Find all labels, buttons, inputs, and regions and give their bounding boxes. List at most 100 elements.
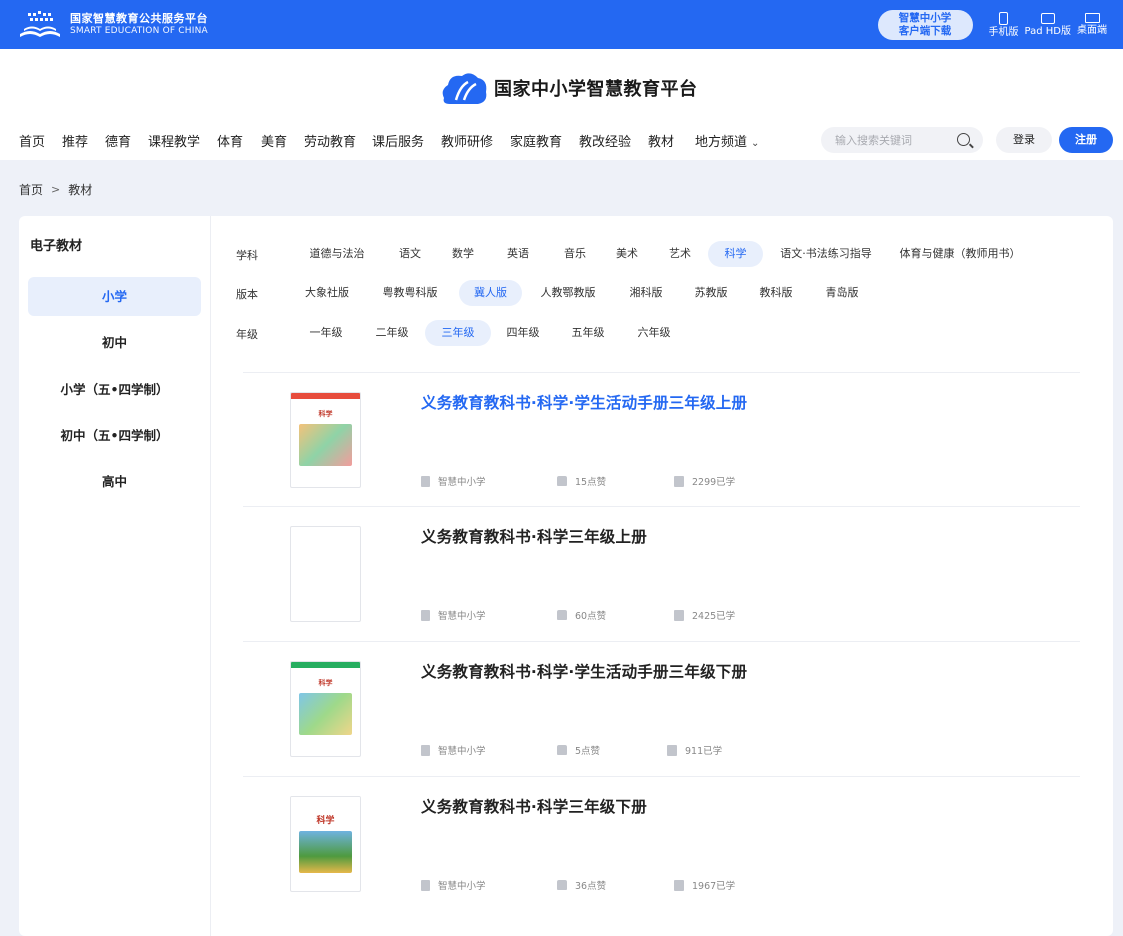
subject-chip[interactable]: 语文 [387,241,433,267]
book-learners: 911已学 [667,743,722,757]
grade-chip[interactable]: 六年级 [627,320,681,346]
breadcrumb-home[interactable]: 首页 [19,181,43,198]
site-header: 国家中小学智慧教育平台 首页 推荐 德育 课程教学 体育 美育 劳动教育 课后服… [0,49,1123,160]
tablet-icon [1040,12,1055,24]
chart-icon [674,879,684,891]
sidebar-title: 电子教材 [30,239,83,254]
thumbs-up-icon [557,880,567,890]
subject-chip[interactable]: 数学 [443,241,483,267]
filter-label: 年级 [236,328,258,341]
book-item[interactable]: 科学 义务教育教科书·科学三年级下册 智慧中小学 36点赞 1967已学 [243,776,1080,911]
learners-text: 2299已学 [692,477,736,488]
sidebar-item-primary-54[interactable]: 小学（五•四学制） [28,370,201,409]
nav-reform[interactable]: 教改经验 [579,131,631,150]
brand[interactable]: 国家智慧教育公共服务平台 SMART EDUCATION OF CHINA [70,12,208,36]
device-label: 桌面端 [1077,25,1107,36]
nav-after-school[interactable]: 课后服务 [372,131,424,150]
sidebar-item-primary[interactable]: 小学 [28,277,201,316]
thumbs-up-icon [557,610,567,620]
book-source: 智慧中小学 [421,878,486,892]
edition-chip[interactable]: 人教鄂教版 [533,280,603,306]
site-logo[interactable]: 国家中小学智慧教育平台 [438,68,698,108]
book-title[interactable]: 义务教育教科书·科学三年级下册 [421,795,647,817]
top-bar: 国家智慧教育公共服务平台 SMART EDUCATION OF CHINA 智慧… [0,0,1123,49]
phone-icon [999,11,1009,25]
book-source: 智慧中小学 [421,608,486,622]
client-download-button[interactable]: 智慧中小学 客户端下载 [877,9,973,40]
book-item[interactable]: 义务教育教科书·科学三年级上册 智慧中小学 60点赞 2425已学 [243,506,1080,641]
nav-arts[interactable]: 美育 [261,131,287,150]
subject-chip[interactable]: 美术 [607,241,647,267]
device-desktop[interactable]: 桌面端 [1077,13,1107,36]
edition-chip[interactable]: 粤教粤科版 [376,280,444,306]
source-text: 智慧中小学 [438,611,486,622]
edition-chip[interactable]: 青岛版 [815,280,869,306]
building-icon [421,879,430,891]
filter-label: 版本 [236,288,258,301]
book-title[interactable]: 义务教育教科书·科学·学生活动手册三年级下册 [421,660,747,682]
nav-home[interactable]: 首页 [19,131,45,150]
search-input[interactable] [835,133,945,147]
source-text: 智慧中小学 [438,746,486,757]
nav-labor[interactable]: 劳动教育 [304,131,356,150]
book-item[interactable]: 科学 义务教育教科书·科学·学生活动手册三年级下册 智慧中小学 5点赞 911已… [243,641,1080,776]
book-cover[interactable]: 科学 [290,392,361,488]
sidebar: 电子教材 小学 初中 小学（五•四学制） 初中（五•四学制） 高中 [19,216,211,936]
thumbs-up-icon [557,745,567,755]
edition-chip[interactable]: 苏教版 [684,280,738,306]
device-pad[interactable]: Pad HD版 [1025,12,1071,37]
download-line1: 智慧中小学 [898,11,952,24]
grade-chip[interactable]: 一年级 [299,320,353,346]
nav-sports[interactable]: 体育 [217,131,243,150]
desktop-icon [1084,13,1100,23]
grade-chip-selected[interactable]: 三年级 [425,320,491,346]
book-learners: 2299已学 [674,474,735,488]
book-cover-blank[interactable] [290,526,361,622]
nav-courses[interactable]: 课程教学 [148,131,200,150]
nav-textbooks[interactable]: 教材 [648,131,674,150]
nav-moral[interactable]: 德育 [105,131,131,150]
book-cover[interactable]: 科学 [290,796,361,892]
search-icon[interactable] [957,133,970,146]
sidebar-item-junior-54[interactable]: 初中（五•四学制） [28,416,201,455]
book-title[interactable]: 义务教育教科书·科学三年级上册 [421,525,647,547]
device-mobile[interactable]: 手机版 [989,11,1019,38]
book-cover[interactable]: 科学 [290,661,361,757]
thumbs-up-icon [557,476,567,486]
likes-text: 15点赞 [575,477,607,488]
breadcrumb: 首页 > 教材 [19,181,92,198]
subject-chip-selected[interactable]: 科学 [708,241,763,267]
grade-chip[interactable]: 五年级 [561,320,615,346]
subject-chip[interactable]: 道德与法治 [299,241,375,267]
sidebar-item-junior[interactable]: 初中 [28,323,201,362]
filter-row-subject: 学科 道德与法治 语文 数学 英语 音乐 美术 艺术 科学 语文·书法练习指导 … [229,241,1099,267]
book-item[interactable]: 科学 义务教育教科书·科学·学生活动手册三年级上册 智慧中小学 15点赞 229… [243,372,1080,507]
search-box [821,127,983,153]
edition-chip[interactable]: 教科版 [749,280,803,306]
login-button[interactable]: 登录 [996,127,1052,153]
nav-local-channel[interactable]: 地方频道 ⌄ [695,131,759,150]
subject-chip[interactable]: 英语 [498,241,538,267]
breadcrumb-separator: > [51,183,61,196]
subject-chip[interactable]: 音乐 [555,241,595,267]
book-likes: 60点赞 [557,608,606,622]
subject-chip[interactable]: 艺术 [660,241,700,267]
book-likes: 5点赞 [557,743,600,757]
edition-chip-selected[interactable]: 冀人版 [459,280,522,306]
edition-chip[interactable]: 大象社版 [299,280,355,306]
chart-icon [667,744,677,756]
register-button[interactable]: 注册 [1059,127,1113,153]
subject-chip[interactable]: 体育与健康（教师用书） [897,241,1023,267]
platform-logo-icon [442,73,487,104]
nav-teacher-training[interactable]: 教师研修 [441,131,493,150]
chart-icon [674,475,684,487]
grade-chip[interactable]: 四年级 [496,320,550,346]
edition-chip[interactable]: 湘科版 [619,280,673,306]
nav-recommend[interactable]: 推荐 [62,131,88,150]
grade-chip[interactable]: 二年级 [365,320,419,346]
source-text: 智慧中小学 [438,881,486,892]
subject-chip[interactable]: 语文·书法练习指导 [775,241,877,267]
book-title[interactable]: 义务教育教科书·科学·学生活动手册三年级上册 [421,391,747,413]
nav-family[interactable]: 家庭教育 [510,131,562,150]
sidebar-item-senior[interactable]: 高中 [28,462,201,501]
